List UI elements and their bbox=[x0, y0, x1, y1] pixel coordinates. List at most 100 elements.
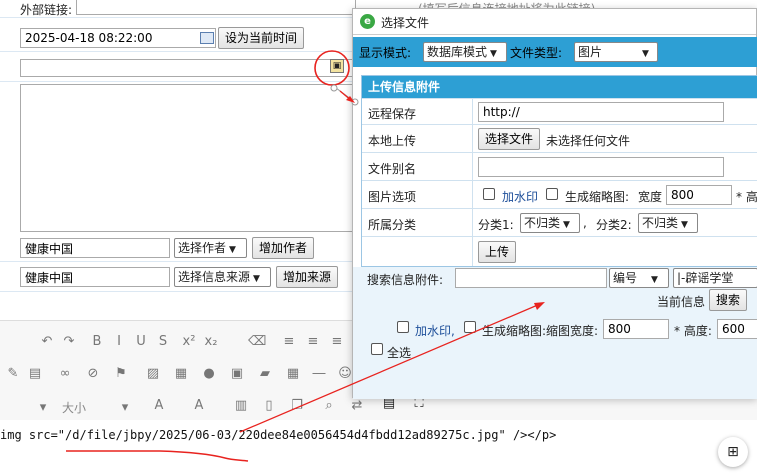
image-options-row: 图片选项 加水印 生成缩略图: 宽度 * 高 bbox=[362, 180, 757, 208]
link-icon[interactable]: ∞ bbox=[58, 367, 72, 381]
add-photo-icon[interactable]: ⊞ bbox=[718, 437, 748, 467]
image-picker-icon[interactable]: ▣ bbox=[330, 59, 344, 73]
author-select[interactable]: 选择作者 ▼ bbox=[174, 238, 247, 258]
chevron-down-icon: ▼ bbox=[681, 220, 688, 230]
align-right-icon[interactable]: ≡ bbox=[330, 335, 344, 349]
editor-source-text[interactable]: img src="/d/file/jbpy/2025/06-03/220dee8… bbox=[0, 428, 556, 442]
width-input[interactable] bbox=[666, 185, 732, 205]
source-select[interactable]: 选择信息来源 ▼ bbox=[174, 267, 271, 287]
bold-icon[interactable]: B bbox=[90, 335, 104, 349]
chevron-down-icon: ▼ bbox=[253, 274, 260, 284]
hr-icon[interactable]: ― bbox=[312, 367, 326, 381]
watermark2-checkbox[interactable] bbox=[397, 321, 409, 333]
alias-input[interactable] bbox=[478, 157, 724, 177]
thumb-height-input[interactable] bbox=[717, 319, 757, 339]
flash-icon[interactable]: ● bbox=[202, 367, 216, 381]
upload-panel: 上传信息附件 远程保存 本地上传 选择文件 未选择任何文件 文件别名 图片选项 … bbox=[361, 75, 757, 267]
dialog-title: 选择文件 bbox=[381, 16, 430, 30]
search-input[interactable] bbox=[455, 268, 607, 288]
thumb-width-input[interactable] bbox=[603, 319, 669, 339]
remote-save-label: 远程保存 bbox=[368, 107, 417, 121]
file-chooser-dialog: e 选择文件 显示模式: 数据库模式 ▼ 文件类型: 图片 ▼ 上传信息附件 远程保… bbox=[352, 8, 757, 399]
subscript-icon[interactable]: x₂ bbox=[204, 335, 218, 349]
remote-url-input[interactable] bbox=[478, 102, 724, 122]
search-label: 搜索信息附件: bbox=[367, 273, 444, 287]
search-field-select[interactable]: 编号 ▼ bbox=[609, 268, 669, 288]
image-icon[interactable]: ▨ bbox=[146, 367, 160, 381]
alias-label: 文件别名 bbox=[368, 162, 417, 176]
calendar-icon[interactable] bbox=[200, 32, 214, 44]
strike-icon[interactable]: S bbox=[156, 335, 170, 349]
upload-header: 上传信息附件 bbox=[362, 76, 757, 98]
chevron-down-icon[interactable]: ▾ bbox=[118, 401, 132, 415]
chevron-down-icon[interactable]: ▾ bbox=[36, 401, 50, 415]
add-source-button[interactable]: 增加来源 bbox=[276, 266, 339, 288]
emoji-icon[interactable]: ☺ bbox=[338, 367, 352, 381]
add-author-button[interactable]: 增加作者 bbox=[252, 237, 315, 259]
display-mode-label: 显示模式: bbox=[359, 46, 412, 60]
paste-icon[interactable]: ▤ bbox=[28, 367, 42, 381]
datetime-input[interactable] bbox=[20, 28, 216, 48]
chevron-down-icon: ▼ bbox=[229, 245, 236, 255]
display-mode-select[interactable]: 数据库模式 ▼ bbox=[423, 42, 507, 62]
thumbnail2-checkbox[interactable] bbox=[464, 321, 476, 333]
thumbnail-label: 生成缩略图: bbox=[565, 190, 630, 204]
italic-icon[interactable]: I bbox=[112, 335, 126, 349]
file-type-select[interactable]: 图片 ▼ bbox=[574, 42, 658, 62]
anchor-icon[interactable]: ⚑ bbox=[114, 367, 128, 381]
external-link-input[interactable] bbox=[76, 0, 356, 15]
replace-icon[interactable]: ⇄ bbox=[350, 399, 364, 413]
title-image-input[interactable] bbox=[20, 59, 356, 77]
undo-icon[interactable]: ↶ bbox=[40, 335, 54, 349]
separator-comma: , bbox=[583, 216, 587, 230]
watermark-checkbox[interactable] bbox=[483, 188, 495, 200]
bg-color-icon[interactable]: A bbox=[192, 399, 206, 413]
file-type-label: 文件类型: bbox=[510, 46, 563, 60]
search-button[interactable]: 搜索 bbox=[709, 289, 748, 311]
search-scope-select[interactable]: |-辟谣学堂 bbox=[673, 268, 757, 288]
cat2-select[interactable]: 不归类 ▼ bbox=[638, 213, 698, 233]
cat1-label: 分类1: bbox=[478, 218, 514, 232]
thumbnail-checkbox[interactable] bbox=[546, 188, 558, 200]
dialog-title-bar[interactable]: e 选择文件 bbox=[353, 9, 756, 35]
author-input[interactable] bbox=[20, 238, 170, 258]
search-icon[interactable]: ⌕ bbox=[322, 399, 336, 413]
media-icon[interactable]: ▦ bbox=[174, 367, 188, 381]
select-all-label: 全选 bbox=[387, 346, 412, 360]
search-panel: 搜索信息附件: 编号 ▼ |-辟谣学堂 当前信息 搜索 加水印, 生成缩略图:缩图… bbox=[353, 267, 757, 399]
cat1-select[interactable]: 不归类 ▼ bbox=[520, 213, 580, 233]
print-icon[interactable]: ▥ bbox=[234, 399, 248, 413]
folder-icon[interactable]: ▰ bbox=[258, 367, 272, 381]
cat2-label: 分类2: bbox=[596, 218, 632, 232]
chevron-down-icon: ▼ bbox=[651, 275, 658, 285]
underline-mark bbox=[66, 450, 249, 462]
brush-icon[interactable]: ✎ bbox=[6, 367, 20, 381]
category-label: 所属分类 bbox=[368, 218, 417, 232]
redo-icon[interactable]: ↷ bbox=[62, 335, 76, 349]
font-size-select[interactable]: 大小 bbox=[62, 399, 86, 416]
no-file-text: 未选择任何文件 bbox=[546, 134, 631, 148]
upload-button[interactable]: 上传 bbox=[478, 241, 517, 263]
table-icon[interactable]: ▦ bbox=[286, 367, 300, 381]
height-label-partial: * 高 bbox=[736, 190, 757, 204]
gallery-icon[interactable]: ▣ bbox=[230, 367, 244, 381]
source-input[interactable] bbox=[20, 267, 170, 287]
source-code-icon[interactable]: ▤ bbox=[382, 397, 396, 411]
alias-row: 文件别名 bbox=[362, 152, 757, 180]
align-center-icon[interactable]: ≡ bbox=[306, 335, 320, 349]
underline-icon[interactable]: U bbox=[134, 335, 148, 349]
choose-file-button[interactable]: 选择文件 bbox=[478, 128, 541, 150]
summary-textarea[interactable] bbox=[20, 84, 353, 232]
unlink-icon[interactable]: ⊘ bbox=[86, 367, 100, 381]
set-current-time-button[interactable]: 设为当前时间 bbox=[218, 27, 305, 49]
width-label: 宽度 bbox=[638, 190, 663, 204]
remote-save-row: 远程保存 bbox=[362, 98, 757, 124]
new-page-icon[interactable]: ▯ bbox=[262, 399, 276, 413]
fullscreen-icon[interactable]: ⛶ bbox=[412, 397, 426, 411]
superscript-icon[interactable]: x² bbox=[182, 335, 196, 349]
clear-format-icon[interactable]: ⌫ bbox=[248, 335, 266, 349]
select-all-checkbox[interactable] bbox=[371, 343, 383, 355]
copy-icon[interactable]: ❐ bbox=[290, 399, 304, 413]
align-left-icon[interactable]: ≡ bbox=[282, 335, 296, 349]
font-color-icon[interactable]: A bbox=[152, 399, 166, 413]
